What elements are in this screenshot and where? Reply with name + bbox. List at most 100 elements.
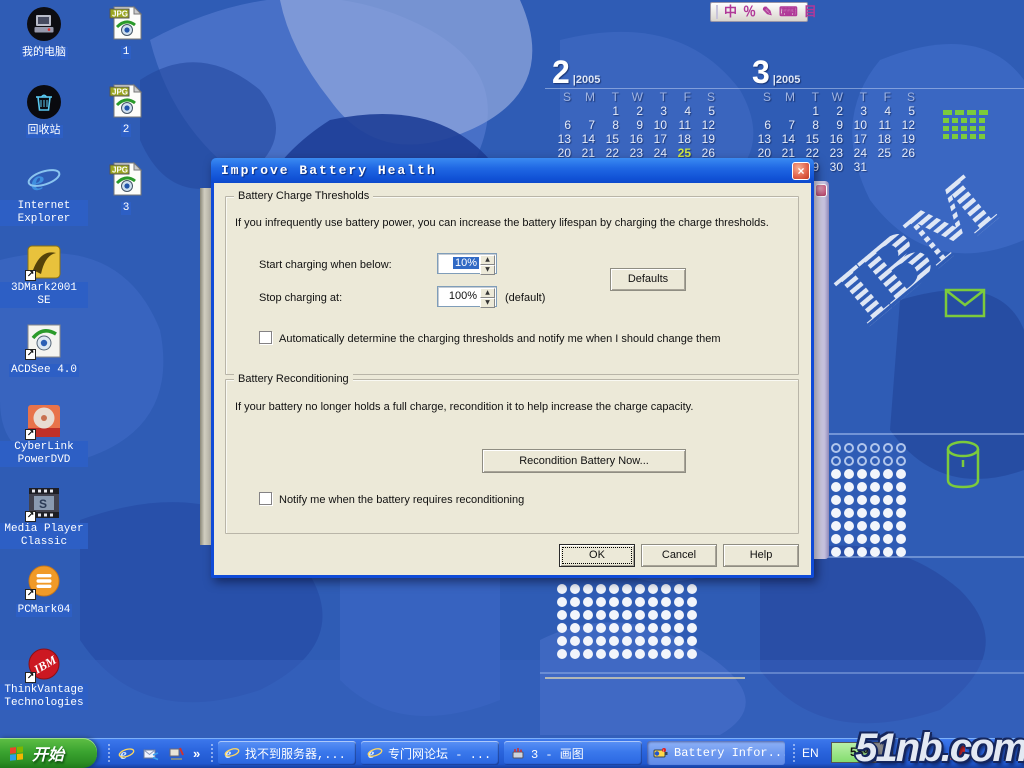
taskbar-task-0[interactable]: e找不到服务器,... <box>218 741 356 765</box>
wallpaper-dot <box>883 443 893 453</box>
wallpaper-dot <box>870 443 880 453</box>
cancel-button[interactable]: Cancel <box>641 544 717 567</box>
desktop: { "wallpaper": { "watermark": "51nb.com"… <box>0 0 1024 768</box>
desktop-icon-label: 我的电脑 <box>20 47 68 60</box>
wallpaper-dot <box>844 443 854 453</box>
wallpaper-dot <box>857 547 867 557</box>
quicklaunch-grip[interactable] <box>108 744 111 762</box>
quicklaunch-overflow-chevron[interactable]: » <box>193 745 210 762</box>
wallpaper-dot <box>883 456 893 466</box>
wallpaper-dot <box>609 610 619 620</box>
calendar-day: 10 <box>848 118 872 132</box>
default-note: (default) <box>505 292 545 304</box>
calendar-day: 26 <box>896 146 920 160</box>
svg-text:!: ! <box>663 748 664 753</box>
ok-button[interactable]: OK <box>559 544 635 567</box>
wallpaper-dot <box>635 636 645 646</box>
desktop-icon-label: CyberLink PowerDVD <box>0 441 88 467</box>
spin-down-icon[interactable]: ▼ <box>480 265 495 275</box>
calendar-weekday: M <box>576 90 600 104</box>
language-bar[interactable]: 中％✎⌨目 <box>710 2 808 22</box>
wallpaper-dot <box>857 456 867 466</box>
spin-up-icon[interactable]: ▲ <box>480 288 495 298</box>
desktop-icon-my-computer[interactable]: 我的电脑 <box>0 6 88 60</box>
notify-recondition-checkbox-label[interactable]: Notify me when the battery requires reco… <box>279 494 524 506</box>
tasks-grip[interactable] <box>211 744 214 762</box>
desktop-icon-acdsee-4-0[interactable]: ↗ACDSee 4.0 <box>0 323 88 377</box>
desktop-icon-jpg-file-3[interactable]: JPG3 <box>82 161 170 215</box>
wallpaper-dot <box>883 547 893 557</box>
language-indicator[interactable]: EN <box>802 746 819 760</box>
auto-determine-checkbox-label[interactable]: Automatically determine the charging thr… <box>279 333 720 345</box>
wallpaper-dot <box>609 649 619 659</box>
wallpaper-dot <box>570 649 580 659</box>
language-bar-item-1-icon[interactable]: ％ <box>743 3 756 21</box>
desktop-icon-jpg-file-2[interactable]: JPG2 <box>82 83 170 137</box>
shortcut-arrow-icon: ↗ <box>25 672 36 683</box>
wallpaper-dot <box>609 636 619 646</box>
tray-grip[interactable] <box>793 744 796 762</box>
desktop-icon-recycle-bin[interactable]: 回收站 <box>0 84 88 138</box>
wallpaper-dot <box>596 623 606 633</box>
taskbar-task-2[interactable]: 3 - 画图 <box>504 741 642 765</box>
shortcut-arrow-icon: ↗ <box>25 511 36 522</box>
desktop-icon-thinkvantage-technologies[interactable]: IBM↗ThinkVantage Technologies <box>0 646 88 710</box>
wallpaper-dot <box>674 597 684 607</box>
wallpaper-dot <box>557 649 567 659</box>
calendar-weekday: W <box>624 90 648 104</box>
dialog-titlebar[interactable]: Improve Battery Health <box>211 158 814 183</box>
calendar-day: 2 <box>624 104 648 118</box>
desktop-icon-internet-explorer[interactable]: eInternet Explorer <box>0 162 88 226</box>
desktop-icon-label: 回收站 <box>26 125 63 138</box>
desktop-icon-media-player-classic[interactable]: S↗Media Player Classic <box>0 485 88 549</box>
dialog-body: Battery Charge Thresholds If you infrequ… <box>214 183 811 575</box>
wallpaper-dot <box>896 443 906 453</box>
quicklaunch-outlook-icon[interactable] <box>143 745 160 762</box>
wallpaper-dot <box>857 508 867 518</box>
calendar-weekday: S <box>552 90 576 104</box>
defaults-button[interactable]: Defaults <box>610 268 686 291</box>
calendar-day: 13 <box>552 132 576 146</box>
taskbar-task-1[interactable]: e专门网论坛 - ... <box>361 741 499 765</box>
desktop-icon-3dmark2001-se[interactable]: ↗3DMark2001 SE <box>0 244 88 308</box>
calendar-month: 2 <box>552 54 570 90</box>
notify-recondition-checkbox[interactable] <box>259 492 272 505</box>
spin-down-icon[interactable]: ▼ <box>480 298 495 308</box>
spin-up-icon[interactable]: ▲ <box>480 255 495 265</box>
desktop-icon-pcmark04[interactable]: ↗PCMark04 <box>0 563 88 617</box>
wallpaper-dot <box>896 469 906 479</box>
wallpaper-dot <box>648 584 658 594</box>
quicklaunch-ie-icon[interactable]: e <box>118 745 135 762</box>
wallpaper-dot <box>831 547 841 557</box>
jpg-icon: JPG <box>108 5 144 41</box>
pcmark-icon: ↗ <box>26 563 62 599</box>
start-button[interactable]: 开始 <box>0 738 97 768</box>
language-bar-item-2-icon[interactable]: ✎ <box>762 3 773 21</box>
recondition-battery-now-button[interactable]: Recondition Battery Now... <box>482 449 686 473</box>
language-bar-item-3-icon[interactable]: ⌨ <box>779 3 798 21</box>
language-bar-grip[interactable] <box>716 5 718 19</box>
help-button[interactable]: Help <box>723 544 799 567</box>
wallpaper-dot <box>622 636 632 646</box>
desktop-icon-cyberlink-powerdvd[interactable]: ↗CyberLink PowerDVD <box>0 403 88 467</box>
calendar-day: 10 <box>648 118 672 132</box>
desktop-icon-jpg-file-1[interactable]: JPG1 <box>82 5 170 59</box>
wallpaper-dot <box>622 610 632 620</box>
start-charging-spinner[interactable]: 10% ▲▼ <box>437 253 497 274</box>
taskbar-task-3[interactable]: !Battery Infor... <box>647 741 785 765</box>
wallpaper-dot <box>557 623 567 633</box>
wallpaper-dot <box>635 610 645 620</box>
background-window-close-icon[interactable] <box>815 184 827 197</box>
battery-reconditioning-group: Battery Reconditioning If your battery n… <box>225 379 799 534</box>
language-bar-item-0-icon[interactable]: 中 <box>724 3 737 21</box>
auto-determine-checkbox[interactable] <box>259 331 272 344</box>
wallpaper-dot <box>883 521 893 531</box>
close-icon[interactable]: × <box>792 162 810 180</box>
wallpaper-dot <box>583 597 593 607</box>
svg-text:e: e <box>31 164 44 197</box>
language-bar-item-4-icon[interactable]: 目 <box>804 3 817 21</box>
calendar-weekday: T <box>600 90 624 104</box>
mpc-icon: S↗ <box>26 485 62 521</box>
stop-charging-spinner[interactable]: 100% ▲▼ <box>437 286 497 307</box>
quicklaunch-show-desktop-icon[interactable] <box>168 745 185 762</box>
